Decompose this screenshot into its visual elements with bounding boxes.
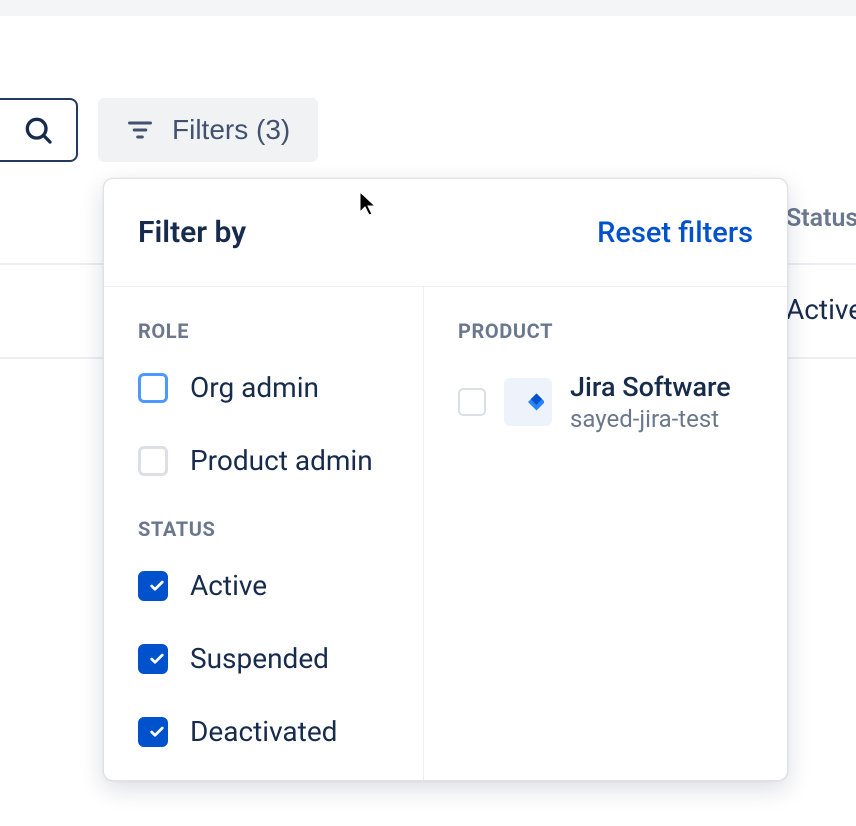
- table-header-status: Status: [786, 204, 856, 233]
- status-value: Active: [786, 293, 856, 326]
- search-icon: [22, 114, 54, 146]
- reset-filters-link[interactable]: Reset filters: [597, 216, 753, 250]
- filter-option-org-admin[interactable]: Org admin: [138, 371, 389, 404]
- filter-option-jira-software[interactable]: Jira Software sayed-jira-test: [458, 371, 753, 433]
- checkbox-checked-icon: [138, 571, 168, 601]
- checkbox-unchecked-icon: [458, 388, 486, 416]
- filter-option-label: Org admin: [190, 371, 319, 404]
- filter-option-suspended[interactable]: Suspended: [138, 642, 389, 675]
- filter-option-product-admin[interactable]: Product admin: [138, 444, 389, 477]
- section-label-role: ROLE: [138, 319, 389, 343]
- checkbox-checked-icon: [138, 717, 168, 747]
- popover-title: Filter by: [138, 215, 246, 250]
- product-subtitle: sayed-jira-test: [570, 405, 731, 433]
- filters-label: Filters (3): [172, 114, 290, 146]
- filter-popover: Filter by Reset filters ROLE Org admin P…: [103, 178, 788, 781]
- filter-icon: [126, 116, 154, 144]
- filter-option-label: Product admin: [190, 444, 373, 477]
- filter-option-label: Suspended: [190, 642, 329, 675]
- toolbar: Filters (3): [0, 16, 856, 162]
- section-label-status: STATUS: [138, 517, 389, 541]
- filter-column-right: PRODUCT Jira Software sayed-jira-test: [424, 287, 787, 780]
- checkbox-unchecked-icon: [138, 373, 168, 403]
- popover-header: Filter by Reset filters: [104, 179, 787, 287]
- filter-option-label: Deactivated: [190, 715, 337, 748]
- product-name: Jira Software: [570, 371, 731, 403]
- jira-icon: [504, 378, 552, 426]
- top-strip: [0, 0, 856, 16]
- filter-option-label: Active: [190, 569, 267, 602]
- filter-option-deactivated[interactable]: Deactivated: [138, 715, 389, 748]
- checkbox-unchecked-icon: [138, 446, 168, 476]
- filter-option-active[interactable]: Active: [138, 569, 389, 602]
- search-button[interactable]: [0, 98, 78, 162]
- product-info: Jira Software sayed-jira-test: [570, 371, 731, 433]
- popover-body: ROLE Org admin Product admin STATUS Acti…: [104, 287, 787, 780]
- filters-button[interactable]: Filters (3): [98, 98, 318, 162]
- checkbox-checked-icon: [138, 644, 168, 674]
- section-label-product: PRODUCT: [458, 319, 753, 343]
- filter-column-left: ROLE Org admin Product admin STATUS Acti…: [104, 287, 424, 780]
